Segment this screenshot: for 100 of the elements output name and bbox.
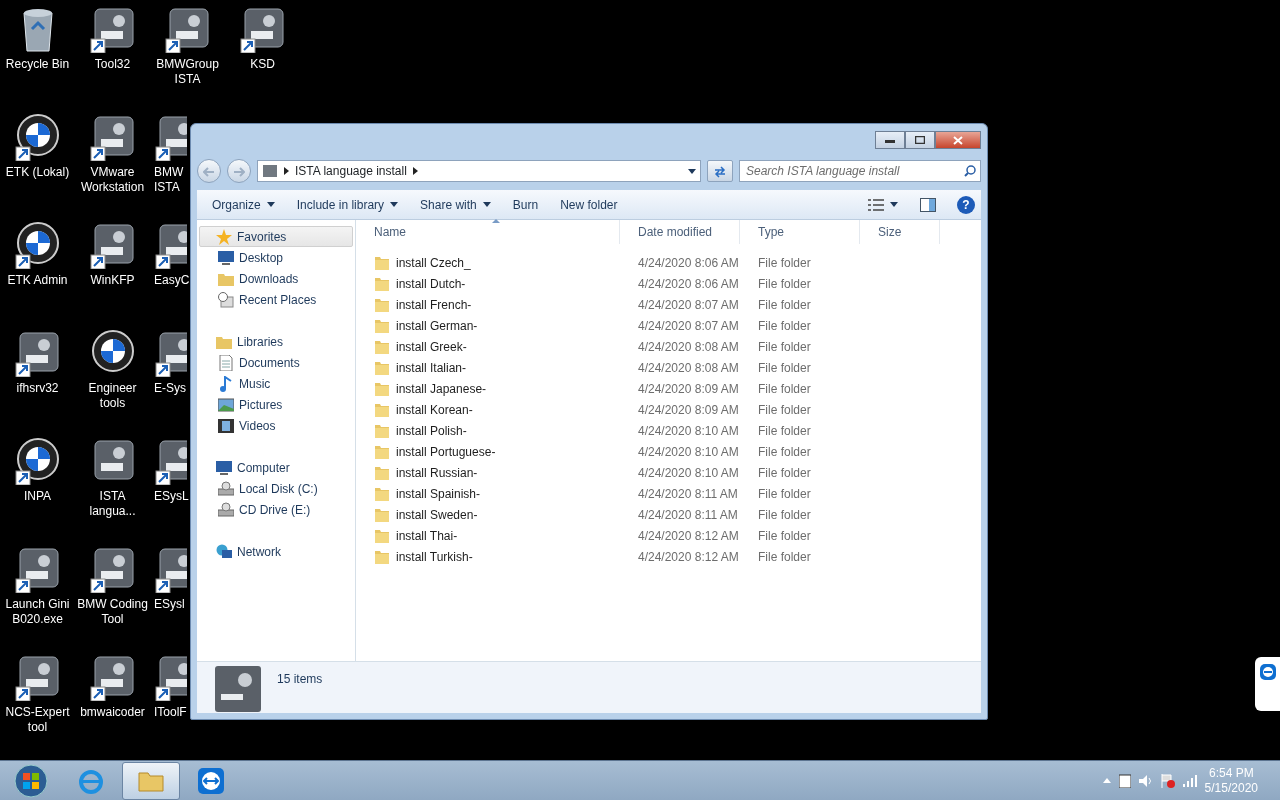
icon-label: Engineer tools [87,381,138,411]
file-name[interactable]: install Polish- [396,421,467,440]
sidebar-item[interactable]: Music [197,373,355,394]
windows-orb-icon [14,763,48,798]
type-cell-text: File folder [757,380,812,398]
file-name[interactable]: install Russian- [396,463,478,482]
roundel-icon[interactable] [13,221,62,269]
icon-label: ESysL [154,489,187,504]
app-icon[interactable] [88,221,137,269]
speaker-icon [1138,774,1153,787]
file-name[interactable]: install Greek- [396,337,467,356]
sidebar-item[interactable]: Downloads [197,268,355,289]
date-cell-text: 4/24/2020 8:06 AM [637,254,740,272]
icon-label: ifhsrv32 [16,381,59,396]
type-cell-text: File folder [757,506,812,524]
sidebar-item[interactable]: Local Disk (C:) [197,478,355,499]
type-cell-text: File folder [757,527,812,545]
search-icon [964,165,976,177]
icon-label: WinKFP [90,273,135,288]
app-icon[interactable] [13,545,62,593]
sidebar-item[interactable]: Documents [197,352,355,373]
taskbar-button[interactable] [122,761,180,800]
date-cell-text: 4/24/2020 8:08 AM [637,338,740,356]
toolbar-button[interactable]: New folder [551,192,627,217]
date-cell-text: 4/24/2020 8:07 AM [637,296,740,314]
item-count: 15 items [277,671,323,688]
file-name[interactable]: install Korean- [396,400,473,419]
icon-label: Tool32 [94,57,131,72]
file-name[interactable]: install French- [396,295,472,314]
column-header[interactable]: Size [860,220,940,244]
monitor-icon [218,249,234,266]
refresh-button[interactable] [707,160,733,182]
file-name[interactable]: install Turkish- [396,547,473,566]
app-icon[interactable] [88,113,137,161]
close-button[interactable] [935,131,981,149]
app-icon[interactable] [13,653,62,701]
maximize-icon [915,136,925,144]
type-cell-text: File folder [757,401,812,419]
icon-label: NCS-Expert tool [4,705,71,735]
search-field[interactable]: Search ISTA language install [739,160,981,182]
star-icon [216,228,232,245]
minimize-button[interactable] [875,131,905,149]
roundel-icon[interactable] [13,437,62,485]
toolbar-button[interactable]: Organize [203,192,284,217]
column-header[interactable]: Name [356,220,620,244]
sidebar-item[interactable]: CD Drive (E:) [197,499,355,520]
sidebar-item[interactable]: Libraries [197,331,355,352]
maximize-button[interactable] [905,131,935,149]
monitor-icon [216,459,232,476]
type-cell-text: File folder [757,422,812,440]
up-arrow-icon [1102,778,1111,783]
column-header[interactable]: Type [740,220,860,244]
sidebar-item[interactable]: Computer [197,457,355,478]
date-cell-text: 4/24/2020 8:08 AM [637,359,740,377]
sidebar-item[interactable]: Videos [197,415,355,436]
type-cell-text: File folder [757,359,812,377]
music-note-icon [218,375,234,392]
clock-date: 5/15/2020 [1204,780,1258,796]
app-icon[interactable] [88,545,137,593]
app-icon[interactable] [88,653,137,701]
file-name[interactable]: install German- [396,316,478,335]
document-icon [218,354,234,371]
refresh-icon [713,165,727,178]
icon-label: ISTA langua... [88,489,137,519]
pane-icon [920,197,936,212]
sidebar-item[interactable]: Favorites [199,226,353,247]
list-view-icon [868,198,884,211]
address-path[interactable]: ISTA language install [295,162,407,180]
icon-label: IToolF [154,705,187,720]
toolbar-button[interactable]: Include in library [287,192,408,217]
column-header[interactable]: Date modified [620,220,740,244]
sidebar-item[interactable]: Network [197,541,355,562]
app-icon[interactable] [88,5,137,53]
icon-label: ETK (Lokal) [5,165,70,180]
file-name[interactable]: install Italian- [396,358,467,377]
side-panel-tab[interactable] [1255,657,1280,711]
date-cell-text: 4/24/2020 8:12 AM [637,548,740,566]
type-cell-text: File folder [757,464,812,482]
file-name[interactable]: install Portuguese- [396,442,496,461]
icon-label: ESysl [154,597,185,612]
sidebar-item[interactable]: Recent Places [197,289,355,310]
sidebar-item[interactable]: Pictures [197,394,355,415]
roundel-icon[interactable] [13,113,62,161]
icon-label: KSD [250,57,275,72]
app-icon[interactable] [163,5,212,53]
file-name[interactable]: install Dutch- [396,274,466,293]
file-name[interactable]: install Thai- [396,526,458,545]
toolbar-button[interactable]: Share with [411,192,500,217]
help-button[interactable]: ? [957,195,975,214]
toolbar-button[interactable]: Burn [503,192,548,217]
address-bar[interactable]: ISTA language install [257,160,701,182]
file-name[interactable]: install Czech_ [396,253,471,272]
icon-label: Launch Gini B020.exe [4,597,71,627]
icon-label: bmwaicoder [80,705,145,720]
file-name[interactable]: install Japanese- [396,379,487,398]
app-icon[interactable] [238,5,287,53]
app-icon[interactable] [13,329,62,377]
file-name[interactable]: install Spainish- [396,484,481,503]
file-name[interactable]: install Sweden- [396,505,478,524]
sidebar-item[interactable]: Desktop [197,247,355,268]
